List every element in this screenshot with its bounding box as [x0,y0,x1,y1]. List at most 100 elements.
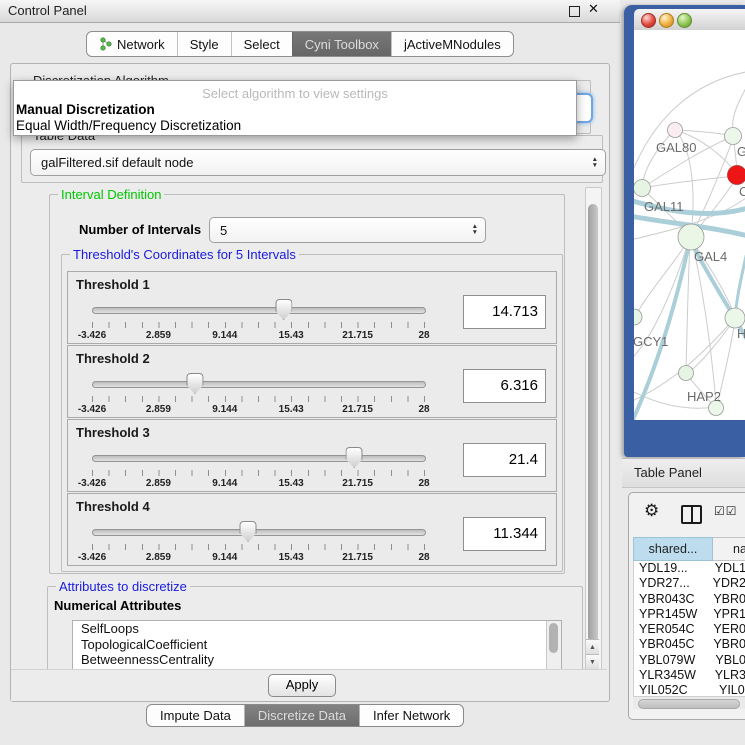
threshold-slider: -3.4262.8599.14415.4321.71528 [92,448,424,490]
cell-name: YBR0 [709,592,745,607]
num-intervals-combobox[interactable]: 5 ▲▼ [209,217,486,243]
node-gcy1[interactable] [634,309,642,325]
threshold-value-field[interactable]: 6.316 [463,369,546,403]
table-hscrollbar-thumb[interactable] [638,699,740,709]
dropdown-option-manual-discretization[interactable]: Manual Discretization [16,102,155,117]
main-scrollbar[interactable]: ▲ ▼ [585,187,602,671]
algorithm-dropdown-popup: Select algorithm to view settings Manual… [13,80,577,136]
table-row[interactable]: YBL079W YBL0 [634,653,745,668]
cell-shared-name: YDR27... [634,576,709,591]
tick-label: 9.144 [212,330,237,341]
table-row[interactable]: YDR27... YDR2 [634,576,745,591]
threshold-value-field[interactable]: 21.4 [463,443,546,477]
table-row[interactable]: YPR145W YPR1 [634,607,745,622]
tick-label: -3.426 [78,404,106,415]
tick-label: 2.859 [146,330,171,341]
slider-scale-labels: -3.4262.8599.14415.4321.71528 [92,330,424,342]
table-row[interactable]: YBR045C YBR0 [634,637,745,652]
table-data-combobox[interactable]: galFiltered.sif default node ▲▼ [30,149,606,176]
table-row[interactable]: YIL052C YIL0 [634,683,745,696]
node-label: GA [737,144,745,159]
attribute-list-item[interactable]: TopologicalCoefficient [73,637,561,653]
tick-label: 28 [418,478,429,489]
dropdown-option-equal-width-frequency[interactable]: Equal Width/Frequency Discretization [16,118,241,133]
tab-label: Impute Data [160,708,231,723]
node-ga[interactable] [725,128,742,145]
stepper-arrows-icon: ▲▼ [592,157,598,169]
tick-label: 9.144 [212,478,237,489]
node-gal11[interactable] [634,180,651,197]
threshold-value-field[interactable]: 11.344 [463,517,546,551]
gear-icon[interactable]: ⚙ [644,501,659,521]
slider-thumb[interactable] [186,373,203,394]
node-label: HAP2 [687,389,721,404]
column-header-shared-name[interactable]: shared... [633,537,713,561]
scroll-up-button[interactable]: ▲ [586,639,599,655]
tab-label: Select [244,37,280,52]
cell-name: YDR2 [709,576,745,591]
tab-select[interactable]: Select [231,32,292,56]
apply-button[interactable]: Apply [268,674,336,697]
node-h[interactable] [725,308,745,328]
threshold-label: Threshold 3 [76,425,150,440]
column-header-name[interactable]: na [713,537,745,561]
list-scrollbar[interactable] [546,621,561,669]
attributes-listbox: SelfLoopsTopologicalCoefficientBetweenne… [72,620,562,669]
node-selected-red[interactable] [728,166,745,185]
slider-track[interactable] [92,455,426,462]
split-view-icon[interactable] [681,505,702,524]
table-panel: ⚙ ☑☑ shared... na YDL19... YDL1 YDR27...… [628,492,745,720]
column-select-icon[interactable]: ☑☑ [714,504,738,518]
node-gal80[interactable] [668,123,683,138]
cell-name: YER0 [709,622,745,637]
tick-label: -3.426 [78,478,106,489]
cell-name: YIL0 [715,683,745,696]
slider-track[interactable] [92,307,426,314]
tab-impute-data[interactable]: Impute Data [147,705,244,726]
slider-ticks [92,470,425,476]
tab-network[interactable]: Network [87,32,177,56]
table-data-group: Table Data galFiltered.sif default node … [21,135,603,183]
attribute-list-item[interactable]: SelfLoops [73,621,561,637]
close-button[interactable] [641,13,656,28]
tab-discretize-data[interactable]: Discretize Data [244,705,359,726]
slider-thumb[interactable] [275,299,292,320]
panel-title: Control Panel [8,3,87,18]
tab-cyni-toolbox[interactable]: Cyni Toolbox [292,32,391,56]
attribute-list-item[interactable]: BetweennessCentrality [73,652,561,668]
slider-ticks [92,544,425,550]
table-row[interactable]: YBR043C YBR0 [634,592,745,607]
table-row[interactable]: YLR345W YLR3 [634,668,745,683]
slider-track[interactable] [92,529,426,536]
slider-thumb[interactable] [240,521,257,542]
tab-infer-network[interactable]: Infer Network [359,705,463,726]
table-hscrollbar[interactable] [633,696,745,709]
threshold-value-field[interactable]: 14.713 [463,295,546,329]
scroll-down-button[interactable]: ▼ [586,654,599,670]
tick-label: -3.426 [78,552,106,563]
threshold-label: Threshold 1 [76,277,150,292]
node-hap2[interactable] [679,366,694,381]
main-scrollbar-thumb[interactable] [588,204,598,642]
float-icon[interactable] [569,6,580,17]
cell-shared-name: YPR145W [634,607,709,622]
slider-track[interactable] [92,381,426,388]
network-canvas[interactable]: GAL80 GA C GAL11 GAL4 GCY1 H HAP2 [634,30,745,420]
table-row[interactable]: YER054C YER0 [634,622,745,637]
cell-shared-name: YLR345W [634,668,711,683]
tab-style[interactable]: Style [177,32,231,56]
list-scrollbar-thumb[interactable] [549,623,558,653]
attributes-list: SelfLoopsTopologicalCoefficientBetweenne… [73,621,561,668]
slider-thumb[interactable] [346,447,363,468]
minimize-button[interactable] [659,13,674,28]
zoom-button[interactable] [677,13,692,28]
tab-jactivemnodules[interactable]: jActiveMNodules [391,32,513,56]
node-gal4[interactable] [678,224,704,250]
tick-label: 15.43 [279,478,304,489]
close-icon[interactable]: ✕ [588,2,599,17]
num-intervals-label: Number of Intervals [79,222,201,237]
attributes-group: Attributes to discretize Numerical Attri… [47,586,583,669]
cell-shared-name: YBL079W [634,653,711,668]
table-row[interactable]: YDL19... YDL1 [634,561,745,576]
stepper-arrows-icon: ▲▼ [472,224,478,236]
